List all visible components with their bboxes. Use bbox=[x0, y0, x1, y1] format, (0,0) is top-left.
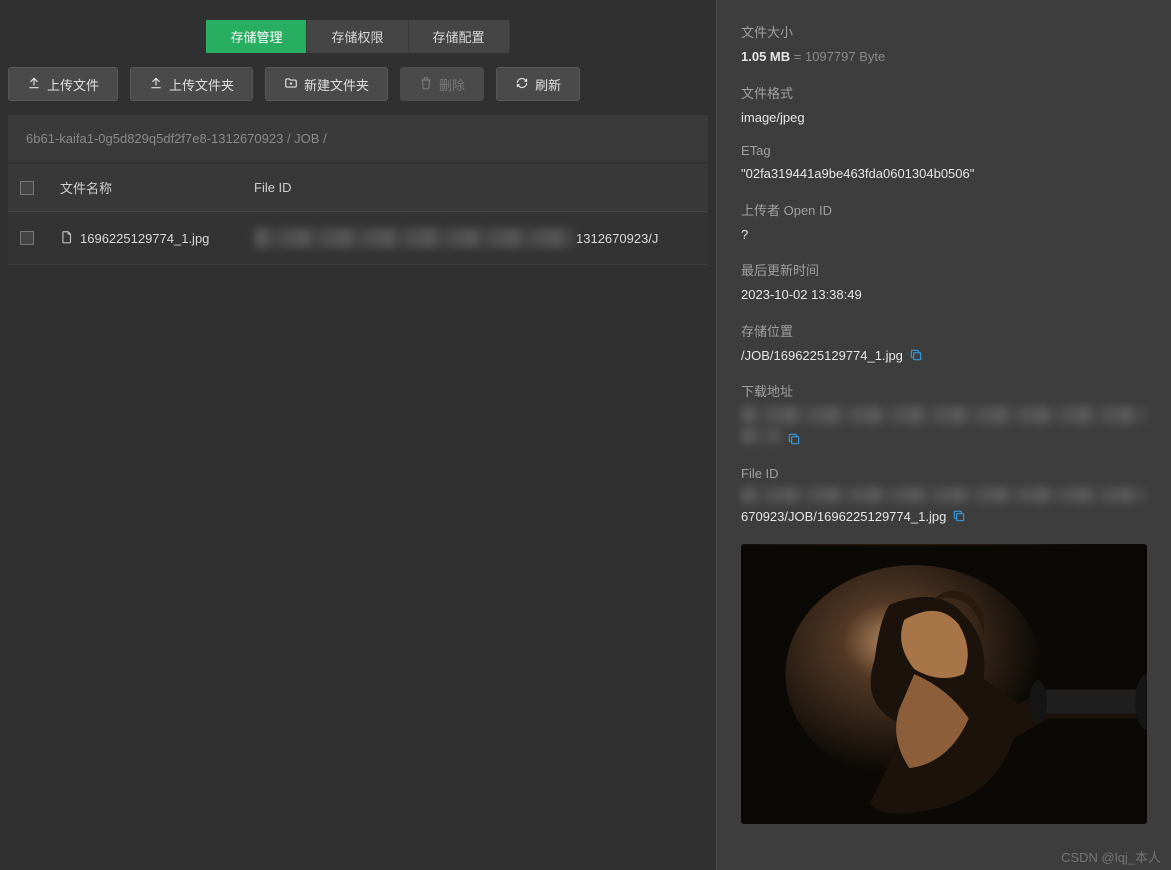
upload-folder-label: 上传文件夹 bbox=[169, 75, 234, 94]
select-all-checkbox[interactable] bbox=[20, 181, 34, 195]
value-fileid: 670923/JOB/1696225129774_1.jpg bbox=[741, 487, 1147, 527]
file-icon bbox=[60, 230, 74, 247]
label-size: 文件大小 bbox=[741, 22, 1147, 41]
delete-label: 删除 bbox=[439, 75, 465, 94]
refresh-icon bbox=[515, 76, 529, 93]
tab-storage-perm[interactable]: 存储权限 bbox=[307, 20, 408, 53]
refresh-button[interactable]: 刷新 bbox=[496, 67, 580, 101]
tab-storage-manage[interactable]: 存储管理 bbox=[206, 20, 307, 53]
label-format: 文件格式 bbox=[741, 83, 1147, 102]
new-folder-button[interactable]: 新建文件夹 bbox=[265, 67, 388, 101]
col-fileid: File ID bbox=[250, 180, 576, 195]
row-checkbox[interactable] bbox=[20, 231, 34, 245]
upload-file-label: 上传文件 bbox=[47, 75, 99, 94]
upload-folder-button[interactable]: 上传文件夹 bbox=[130, 67, 253, 101]
value-etag: "02fa319441a9be463fda0601304b0506" bbox=[741, 164, 1147, 184]
value-download bbox=[741, 406, 1147, 450]
upload-file-button[interactable]: 上传文件 bbox=[8, 67, 118, 101]
label-etag: ETag bbox=[741, 143, 1147, 158]
col-filename: 文件名称 bbox=[60, 178, 250, 197]
label-download: 下载地址 bbox=[741, 381, 1147, 400]
value-location: /JOB/1696225129774_1.jpg bbox=[741, 346, 1147, 366]
copy-icon[interactable] bbox=[952, 509, 966, 523]
tab-bar: 存储管理 存储权限 存储配置 bbox=[8, 20, 708, 53]
upload-icon bbox=[149, 76, 163, 93]
tab-storage-config[interactable]: 存储配置 bbox=[409, 20, 510, 53]
value-size: 1.05 MB = 1097797 Byte bbox=[741, 47, 1147, 67]
value-format: image/jpeg bbox=[741, 108, 1147, 128]
table-row[interactable]: 1696225129774_1.jpg 1312670923/J bbox=[8, 212, 708, 265]
delete-button: 删除 bbox=[400, 67, 484, 101]
trash-icon bbox=[419, 76, 433, 93]
row-fileid-suffix: 1312670923/J bbox=[576, 231, 696, 246]
value-updated: 2023-10-02 13:38:49 bbox=[741, 285, 1147, 305]
copy-icon[interactable] bbox=[909, 348, 923, 362]
label-updated: 最后更新时间 bbox=[741, 260, 1147, 279]
upload-icon bbox=[27, 76, 41, 93]
image-preview bbox=[741, 544, 1147, 824]
row-filename: 1696225129774_1.jpg bbox=[80, 231, 209, 246]
table-header: 文件名称 File ID bbox=[8, 164, 708, 212]
copy-icon[interactable] bbox=[787, 432, 801, 446]
folder-plus-icon bbox=[284, 76, 298, 93]
detail-panel: 文件大小 1.05 MB = 1097797 Byte 文件格式 image/j… bbox=[716, 0, 1171, 870]
value-uploader: ? bbox=[741, 225, 1147, 245]
label-location: 存储位置 bbox=[741, 321, 1147, 340]
row-fileid-redacted bbox=[254, 228, 574, 248]
new-folder-label: 新建文件夹 bbox=[304, 75, 369, 94]
refresh-label: 刷新 bbox=[535, 75, 561, 94]
label-uploader: 上传者 Open ID bbox=[741, 200, 1147, 219]
main-panel: 存储管理 存储权限 存储配置 上传文件 上传文件夹 新建文件夹 删除 刷新 6b… bbox=[0, 0, 716, 870]
breadcrumb[interactable]: 6b61-kaifa1-0g5d829q5df2f7e8-1312670923 … bbox=[8, 115, 708, 162]
toolbar: 上传文件 上传文件夹 新建文件夹 删除 刷新 bbox=[8, 67, 708, 101]
label-fileid: File ID bbox=[741, 466, 1147, 481]
